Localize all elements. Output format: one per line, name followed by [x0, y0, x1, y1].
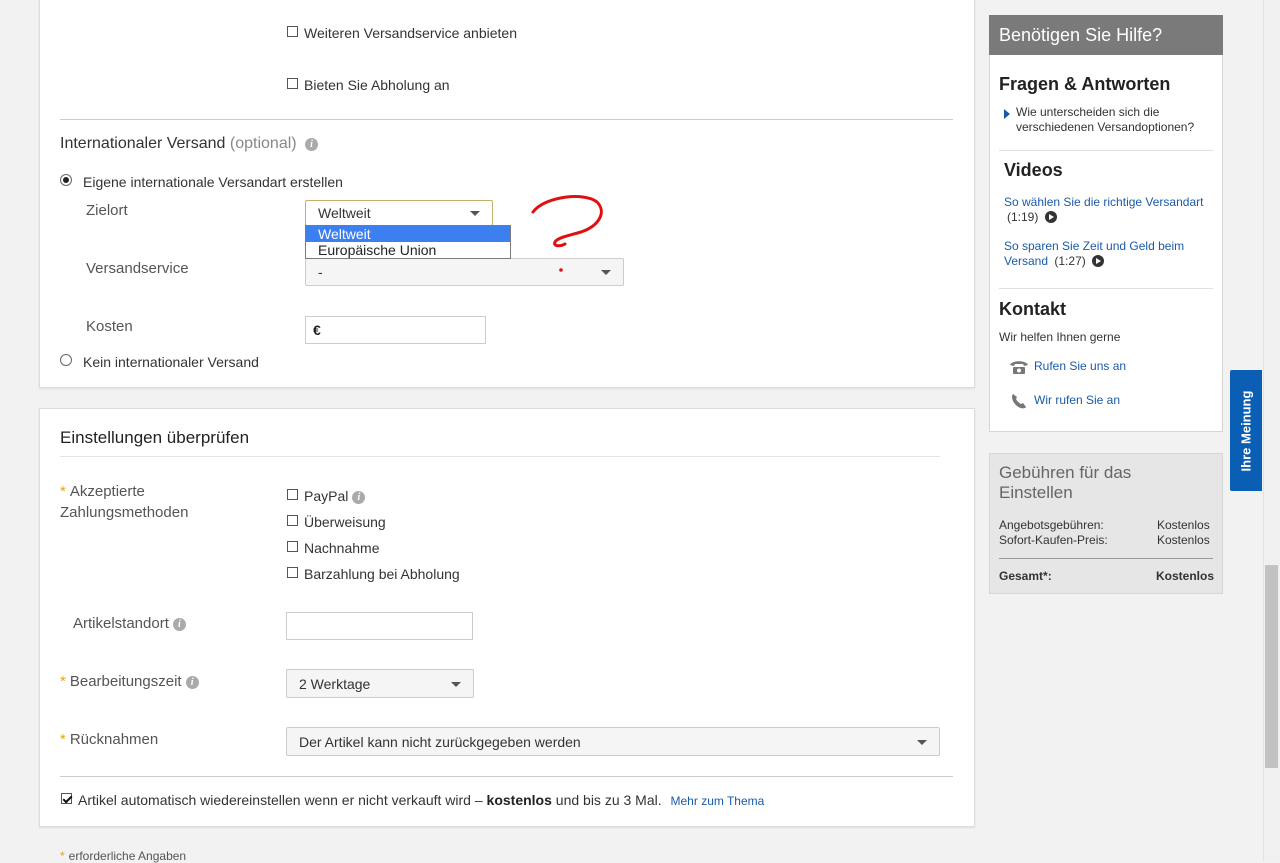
divider — [60, 776, 953, 777]
chevron-down-icon — [451, 681, 461, 687]
dropdown-option-eu[interactable]: Europäische Union — [306, 242, 510, 258]
own-intl-label: Eigene internationale Versandart erstell… — [83, 174, 343, 190]
review-title: Einstellungen überprüfen — [60, 428, 250, 447]
learn-more-link[interactable]: Mehr zum Thema — [671, 794, 765, 808]
fees-title: Gebühren für das Einstellen — [999, 463, 1132, 502]
divider — [999, 288, 1213, 289]
video-item-2[interactable]: So sparen Sie Zeit und Geld beim Versand… — [1004, 239, 1209, 269]
divider — [999, 150, 1213, 151]
transfer-checkbox[interactable] — [287, 515, 298, 526]
cod-checkbox[interactable] — [287, 541, 298, 552]
video-1-link[interactable]: So wählen Sie die richtige Versandart — [1004, 195, 1203, 209]
intl-shipping-title: Internationaler Versand (optional) i — [60, 135, 319, 153]
feedback-tab[interactable]: Ihre Meinung — [1230, 370, 1262, 491]
destination-dropdown-list: Weltweit Europäische Union — [305, 225, 511, 259]
auto-relist-checkbox[interactable] — [61, 793, 72, 804]
cost-input[interactable]: € — [305, 316, 486, 344]
chevron-down-icon — [917, 739, 927, 745]
no-intl-label: Kein internationaler Versand — [83, 354, 259, 370]
listing-fee-value: Kostenlos — [1157, 518, 1210, 532]
triangle-right-icon — [1004, 109, 1010, 119]
cash-pickup-label: Barzahlung bei Abholung — [304, 566, 460, 582]
item-location-label: Artikelstandort i — [73, 615, 186, 632]
payment-methods-label: * Akzeptierte Zahlungsmethoden — [60, 483, 189, 521]
help-header: Benötigen Sie Hilfe? — [989, 15, 1223, 55]
divider — [60, 119, 953, 120]
faq-item[interactable]: Wie unterscheiden sich die verschiedenen… — [1003, 105, 1203, 135]
more-service-label: Weiteren Versandservice anbieten — [304, 25, 517, 41]
no-intl-radio[interactable] — [60, 354, 72, 366]
pickup-checkbox[interactable] — [287, 78, 298, 89]
cash-pickup-checkbox[interactable] — [287, 567, 298, 578]
destination-label: Zielort — [86, 202, 128, 219]
scrollbar-thumb[interactable] — [1265, 565, 1278, 768]
own-intl-radio[interactable] — [60, 174, 72, 186]
handling-time-label: * Bearbeitungszeit i — [60, 673, 199, 690]
divider — [999, 558, 1213, 559]
play-icon[interactable] — [1092, 255, 1105, 267]
service-label: Versandservice — [86, 260, 189, 277]
play-icon[interactable] — [1044, 211, 1057, 223]
we-call-link[interactable]: Wir rufen Sie an — [1034, 393, 1120, 407]
bin-fee-label: Sofort-Kaufen-Preis: — [999, 533, 1108, 547]
question-mark-annotation — [531, 195, 603, 272]
shipping-panel — [39, 0, 975, 388]
contact-title: Kontakt — [999, 299, 1066, 319]
total-label: Gesamt*: — [999, 569, 1052, 583]
info-icon[interactable]: i — [172, 618, 186, 631]
cost-label: Kosten — [86, 318, 133, 335]
divider — [60, 456, 940, 457]
paypal-checkbox[interactable] — [287, 489, 298, 500]
info-icon[interactable]: i — [352, 491, 366, 504]
phone-icon — [1010, 361, 1028, 374]
handling-time-select[interactable]: 2 Werktage — [286, 669, 474, 698]
pickup-label: Bieten Sie Abholung an — [304, 77, 450, 93]
returns-label: * Rücknahmen — [60, 731, 159, 748]
item-location-input[interactable] — [286, 612, 473, 640]
video-item-1[interactable]: So wählen Sie die richtige Versandart (1… — [1004, 195, 1204, 225]
paypal-label: PayPal i — [304, 488, 366, 504]
listing-fee-label: Angebotsgebühren: — [999, 518, 1104, 532]
contact-subtitle: Wir helfen Ihnen gerne — [999, 330, 1121, 344]
transfer-label: Überweisung — [304, 514, 386, 530]
faq-title: Fragen & Antworten — [999, 74, 1171, 94]
destination-select[interactable]: Weltweit — [305, 200, 493, 226]
faq-link[interactable]: Wie unterscheiden sich die verschiedenen… — [1003, 105, 1203, 135]
videos-title: Videos — [1004, 160, 1063, 180]
dropdown-option-worldwide[interactable]: Weltweit — [306, 226, 510, 242]
chevron-down-icon — [470, 211, 480, 216]
returns-select[interactable]: Der Artikel kann nicht zurückgegeben wer… — [286, 727, 940, 756]
bin-fee-value: Kostenlos — [1157, 533, 1210, 547]
cod-label: Nachnahme — [304, 540, 380, 556]
callback-icon — [1012, 394, 1026, 409]
auto-relist-text: Artikel automatisch wiedereinstellen wen… — [78, 792, 765, 808]
info-icon[interactable]: i — [185, 676, 199, 689]
call-us-link[interactable]: Rufen Sie uns an — [1034, 359, 1126, 373]
info-icon[interactable]: i — [305, 138, 319, 151]
total-value: Kostenlos — [1156, 569, 1215, 583]
more-service-checkbox[interactable] — [287, 26, 298, 37]
